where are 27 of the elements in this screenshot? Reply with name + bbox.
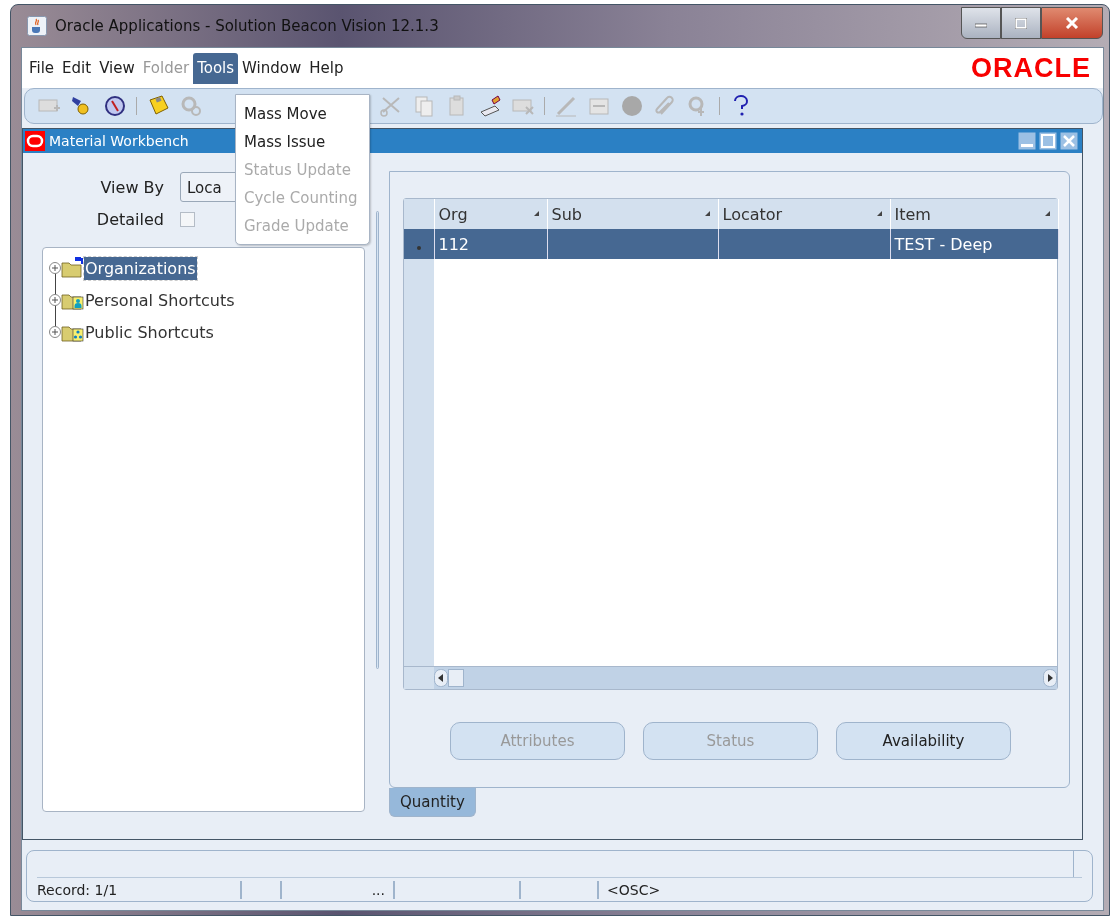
column-header[interactable]: Item bbox=[890, 199, 1058, 229]
mode-indicator: <OSC> bbox=[607, 882, 661, 898]
column-header[interactable]: Sub bbox=[547, 199, 718, 229]
column-header[interactable]: Locator bbox=[718, 199, 890, 229]
table-cell: 112 bbox=[434, 229, 547, 259]
record-count: Record: 1/1 bbox=[37, 882, 118, 898]
tree-node[interactable]: Organizations bbox=[84, 256, 197, 280]
table-cell: TEST - Deep bbox=[890, 229, 1058, 259]
tree-node[interactable]: Personal Shortcuts bbox=[84, 288, 236, 312]
checkbox-label: Detailed bbox=[95, 209, 165, 229]
oracle-logo: ORACLE bbox=[971, 52, 1091, 84]
dropdown-menu-item[interactable]: Mass Issue bbox=[236, 128, 369, 156]
action-button[interactable]: Availability bbox=[836, 722, 1011, 760]
menu-item[interactable]: Edit bbox=[58, 52, 96, 84]
window-title: Oracle Applications - Solution Beacon Vision 12.1.3 bbox=[55, 17, 440, 35]
menu-item[interactable]: Window bbox=[238, 52, 306, 84]
dropdown-menu-item[interactable]: Mass Move bbox=[236, 100, 369, 128]
status-ellipsis: ... bbox=[371, 882, 385, 898]
tree-node[interactable]: Public Shortcuts bbox=[84, 320, 215, 344]
menu-item[interactable]: File bbox=[25, 52, 59, 84]
menu-item[interactable]: Help bbox=[305, 52, 348, 84]
column-header[interactable]: Org bbox=[434, 199, 547, 229]
field-label: View By bbox=[99, 177, 165, 197]
menu-item[interactable]: View bbox=[95, 52, 139, 84]
tab[interactable]: Quantity bbox=[389, 788, 476, 817]
menu-item[interactable]: Tools bbox=[193, 52, 239, 84]
form-title: Material Workbench bbox=[49, 133, 189, 149]
